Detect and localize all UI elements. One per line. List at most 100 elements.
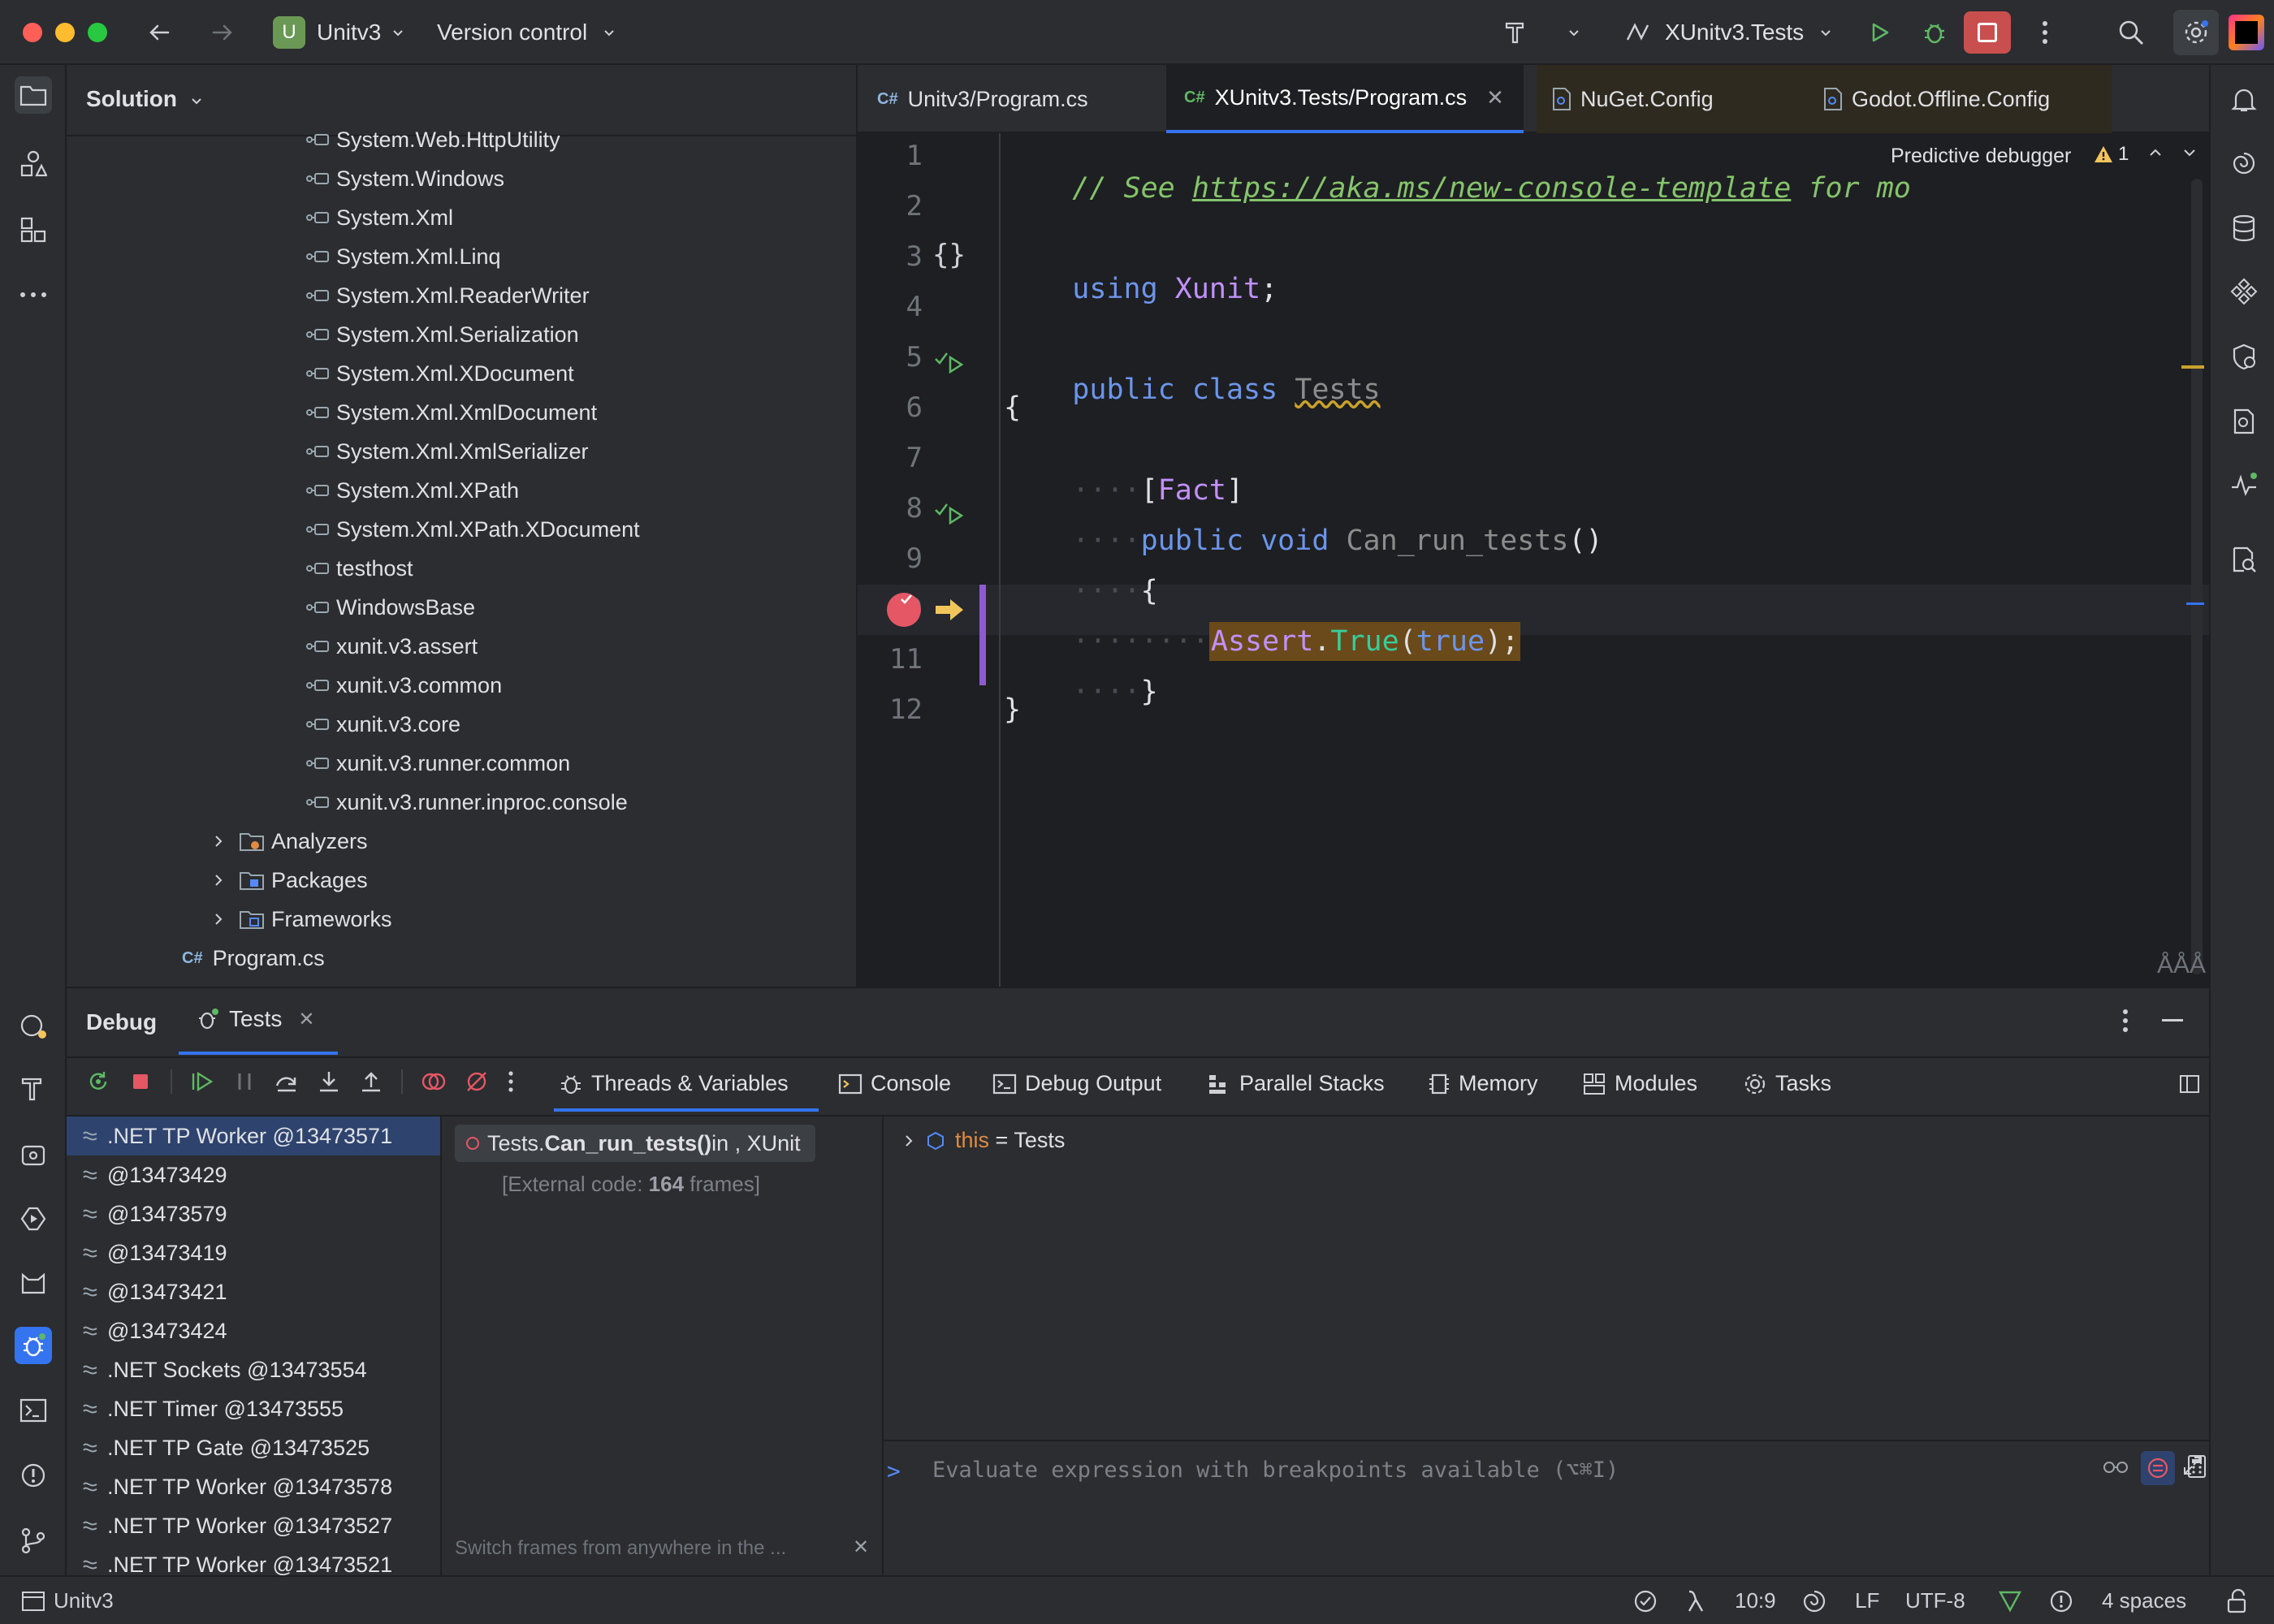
chevron-down-icon[interactable]	[1809, 16, 1842, 49]
tree-reference-item[interactable]: System.Xml.XPath	[305, 471, 841, 510]
step-over-icon[interactable]	[275, 1069, 299, 1094]
status-project[interactable]: Unitv3	[54, 1588, 114, 1613]
tab-threads-variables[interactable]: Threads & Variables	[559, 1071, 789, 1096]
debug-window-icon[interactable]	[15, 1327, 52, 1364]
run-configuration-selector[interactable]: XUnitv3.Tests	[1665, 19, 1804, 45]
run-test-method-icon[interactable]	[934, 499, 968, 526]
settings-button[interactable]	[2173, 10, 2219, 55]
rerun-icon[interactable]	[86, 1069, 110, 1094]
thread-item[interactable]: @13473419	[67, 1233, 440, 1272]
chevron-down-icon[interactable]	[593, 16, 625, 49]
resume-icon[interactable]	[190, 1069, 214, 1094]
step-into-icon[interactable]	[317, 1069, 341, 1094]
lock-icon[interactable]	[2225, 1588, 2248, 1614]
status-line-ending[interactable]: LF	[1855, 1588, 1879, 1613]
tree-reference-item[interactable]: testhost	[305, 549, 841, 588]
tree-reference-item[interactable]: xunit.v3.common	[305, 666, 841, 705]
services-icon[interactable]	[15, 1135, 52, 1173]
warning-stripe-marker[interactable]	[2181, 365, 2204, 369]
status-cursor-position[interactable]: 10:9	[1735, 1588, 1776, 1613]
profiler-icon[interactable]	[2225, 403, 2263, 440]
check-circle-icon[interactable]	[1632, 1588, 1658, 1614]
unity-cat-icon[interactable]	[15, 1263, 52, 1301]
tab-xunitv3-tests-program-cs[interactable]: C# XUnitv3.Tests/Program.cs ✕	[1166, 65, 1524, 133]
forward-arrow-icon[interactable]	[206, 16, 239, 49]
thread-item[interactable]: .NET TP Worker @13473578	[67, 1467, 440, 1506]
tree-folder-packages[interactable]: Packages	[67, 861, 856, 900]
thread-item[interactable]: @13473424	[67, 1311, 440, 1350]
close-window-button[interactable]	[23, 23, 42, 42]
close-hint-icon[interactable]: ✕	[853, 1535, 869, 1559]
tree-reference-item[interactable]: System.Xml	[305, 198, 841, 237]
thread-item[interactable]: .NET TP Worker @13473571	[67, 1116, 440, 1155]
git-branch-icon[interactable]	[15, 1522, 52, 1559]
tree-reference-item[interactable]: System.Xml.XmlDocument	[305, 393, 841, 432]
tab-modules[interactable]: Modules	[1582, 1071, 1697, 1096]
more-vertical-icon[interactable]	[507, 1069, 515, 1094]
tree-reference-item[interactable]: System.Web.HttpUtility	[305, 120, 841, 159]
thread-item[interactable]: @13473579	[67, 1194, 440, 1233]
hammer-icon[interactable]	[1499, 16, 1532, 49]
thread-item[interactable]: @13473421	[67, 1272, 440, 1311]
tree-reference-item[interactable]: System.Xml.XPath.XDocument	[305, 510, 841, 549]
thread-item[interactable]: .NET TP Worker @13473521	[67, 1545, 440, 1575]
warnings-indicator[interactable]: 1	[2094, 143, 2129, 166]
tree-reference-item[interactable]: System.Xml.Linq	[305, 237, 841, 276]
tab-godot-offline-config[interactable]: Godot.Offline.Config	[1777, 65, 2112, 133]
vim-triangle-icon[interactable]	[1998, 1590, 2022, 1613]
tab-parallel-stacks[interactable]: Parallel Stacks	[1207, 1071, 1385, 1096]
database-icon[interactable]	[2225, 209, 2263, 247]
thread-item[interactable]: .NET TP Gate @13473525	[67, 1428, 440, 1467]
tree-reference-item[interactable]: System.Xml.XmlSerializer	[305, 432, 841, 471]
lambda-icon[interactable]	[1684, 1588, 1707, 1614]
zoom-window-button[interactable]	[88, 23, 107, 42]
editor-scrollbar[interactable]	[2191, 179, 2203, 974]
ai-assistant-icon[interactable]	[15, 1007, 52, 1044]
find-usages-icon[interactable]	[2225, 541, 2263, 578]
evaluate-mode-button[interactable]	[2141, 1451, 2175, 1485]
chevron-down-icon[interactable]	[382, 16, 414, 49]
tab-nuget-config[interactable]: NuGet.Config	[1537, 65, 1777, 133]
variable-row-this[interactable]: this = Tests	[901, 1128, 1065, 1153]
status-encoding[interactable]: UTF-8	[1905, 1588, 1965, 1613]
tab-memory[interactable]: Memory	[1428, 1071, 1538, 1096]
jetbrains-logo-icon[interactable]	[2229, 15, 2264, 50]
evaluate-expression-input[interactable]: Evaluate expression with breakpoints ava…	[932, 1458, 1619, 1483]
pause-icon[interactable]	[232, 1069, 257, 1094]
stop-debug-icon[interactable]	[128, 1069, 153, 1094]
tree-reference-item[interactable]: xunit.v3.runner.common	[305, 744, 841, 783]
debug-icon[interactable]	[1918, 16, 1951, 49]
close-tab-icon[interactable]: ✕	[298, 1008, 314, 1031]
run-icon[interactable]	[1863, 16, 1896, 49]
step-out-icon[interactable]	[359, 1069, 383, 1094]
thread-item[interactable]: .NET TP Worker @13473527	[67, 1506, 440, 1545]
status-indent[interactable]: 4 spaces	[2102, 1588, 2186, 1613]
minimize-panel-icon[interactable]	[2162, 1019, 2183, 1021]
more-horizontal-icon[interactable]	[15, 276, 52, 313]
tab-unitv3-program-cs[interactable]: C# Unitv3/Program.cs	[877, 65, 1088, 133]
more-vertical-icon[interactable]	[2121, 1008, 2129, 1034]
close-tab-icon[interactable]: ✕	[1486, 85, 1504, 110]
minimize-window-button[interactable]	[55, 23, 75, 42]
run-test-class-icon[interactable]	[934, 348, 968, 375]
terminal-icon[interactable]	[15, 1392, 52, 1429]
back-arrow-icon[interactable]	[143, 16, 175, 49]
tree-reference-item[interactable]: System.Xml.XDocument	[305, 354, 841, 393]
layout-toggle-icon[interactable]	[2178, 1073, 2201, 1095]
notifications-bell-icon[interactable]	[2225, 81, 2263, 119]
solution-panel-title[interactable]: Solution	[86, 86, 205, 112]
tree-reference-item[interactable]: xunit.v3.runner.inproc.console	[305, 783, 841, 822]
stop-button[interactable]	[1964, 11, 2011, 54]
thread-item[interactable]: @13473429	[67, 1155, 440, 1194]
mute-breakpoints-icon[interactable]	[465, 1069, 489, 1094]
chevron-down-icon[interactable]	[2180, 143, 2199, 162]
nuget-icon[interactable]	[15, 211, 52, 248]
tab-console[interactable]: Console	[838, 1071, 951, 1096]
tree-reference-item[interactable]: xunit.v3.core	[305, 705, 841, 744]
run-window-icon[interactable]	[15, 1200, 52, 1237]
tree-reference-item[interactable]: System.Xml.Serialization	[305, 315, 841, 354]
chevron-up-icon[interactable]	[2146, 143, 2165, 162]
fold-braces-icon[interactable]: {}	[932, 239, 966, 271]
tree-reference-item[interactable]: xunit.v3.assert	[305, 627, 841, 666]
coverage-icon[interactable]	[2225, 338, 2263, 375]
